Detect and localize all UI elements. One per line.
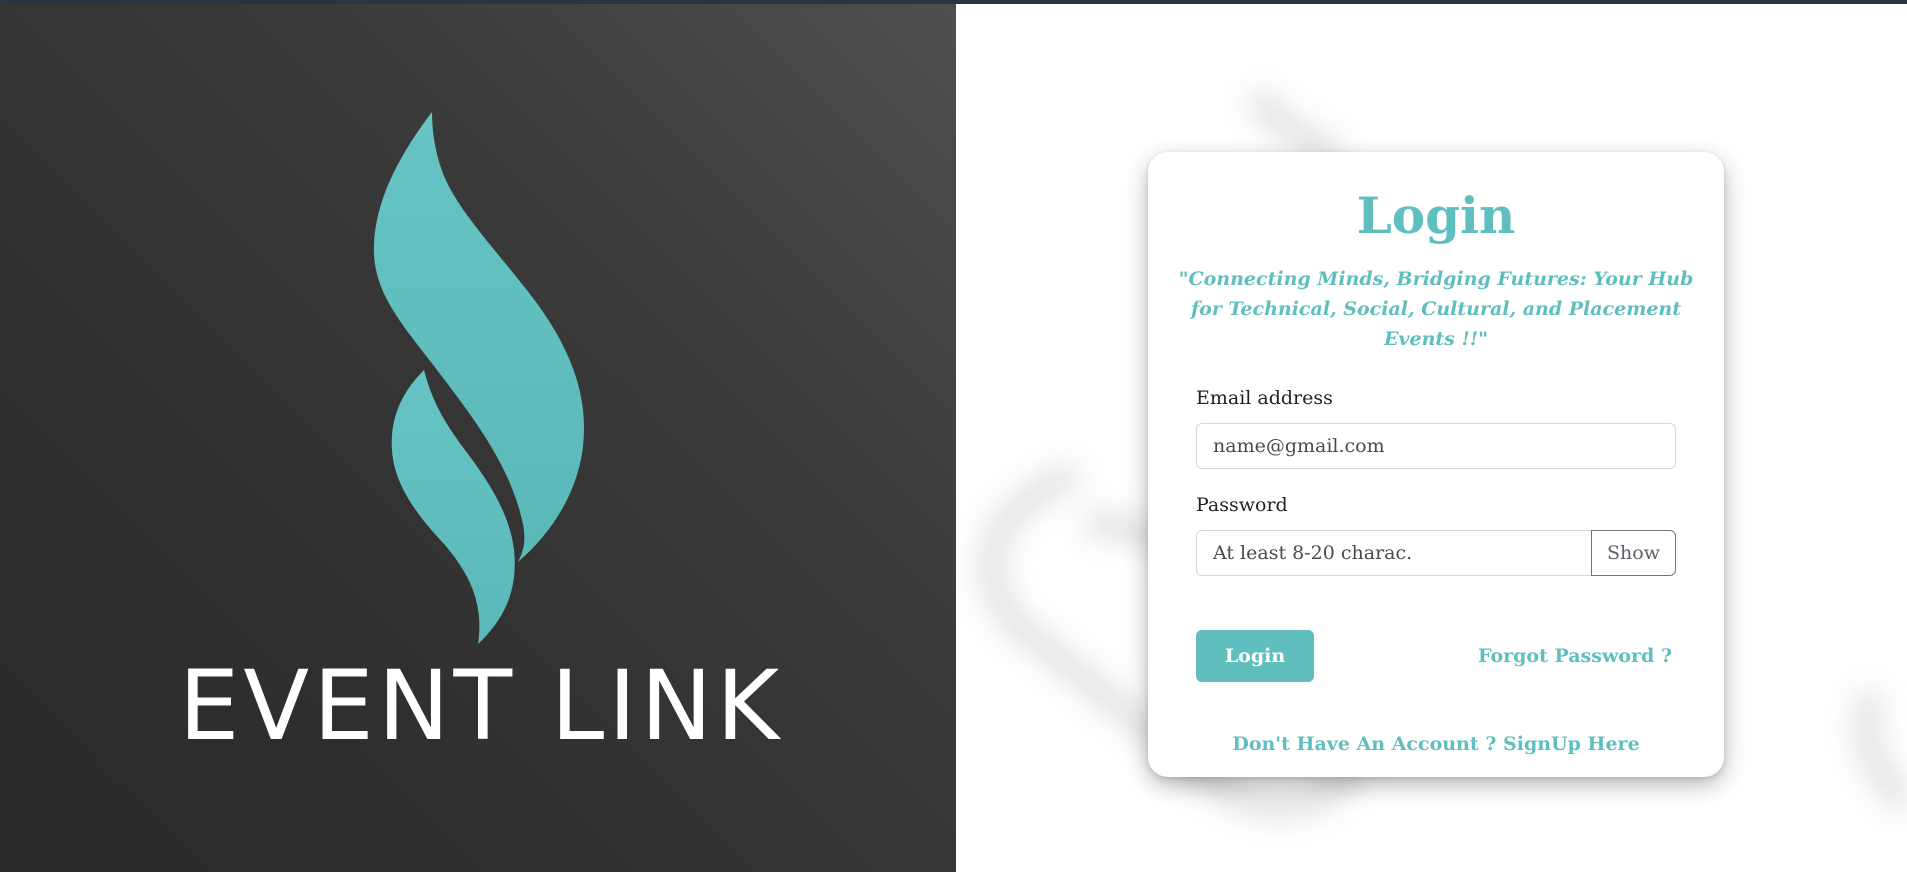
login-button[interactable]: Login: [1196, 630, 1314, 682]
forgot-password-link[interactable]: Forgot Password ?: [1478, 644, 1672, 668]
login-card: Login "Connecting Minds, Bridging Future…: [1148, 152, 1724, 777]
login-panel: Login "Connecting Minds, Bridging Future…: [956, 4, 1907, 872]
show-password-button[interactable]: Show: [1591, 530, 1676, 576]
tagline-text: "Connecting Minds, Bridging Futures: You…: [1178, 268, 1694, 350]
signup-link[interactable]: Don't Have An Account ? SignUp Here: [1148, 732, 1724, 756]
password-input[interactable]: [1196, 530, 1592, 576]
email-input[interactable]: [1196, 423, 1676, 469]
login-title: Login: [1356, 186, 1516, 245]
flame-icon: [373, 112, 585, 644]
email-label: Email address: [1196, 387, 1333, 409]
password-label: Password: [1196, 494, 1288, 516]
browser-top-strip: [0, 0, 1907, 4]
brand-name: EVENT LINK: [178, 650, 784, 762]
brand-panel: EVENT LINK: [0, 4, 956, 872]
